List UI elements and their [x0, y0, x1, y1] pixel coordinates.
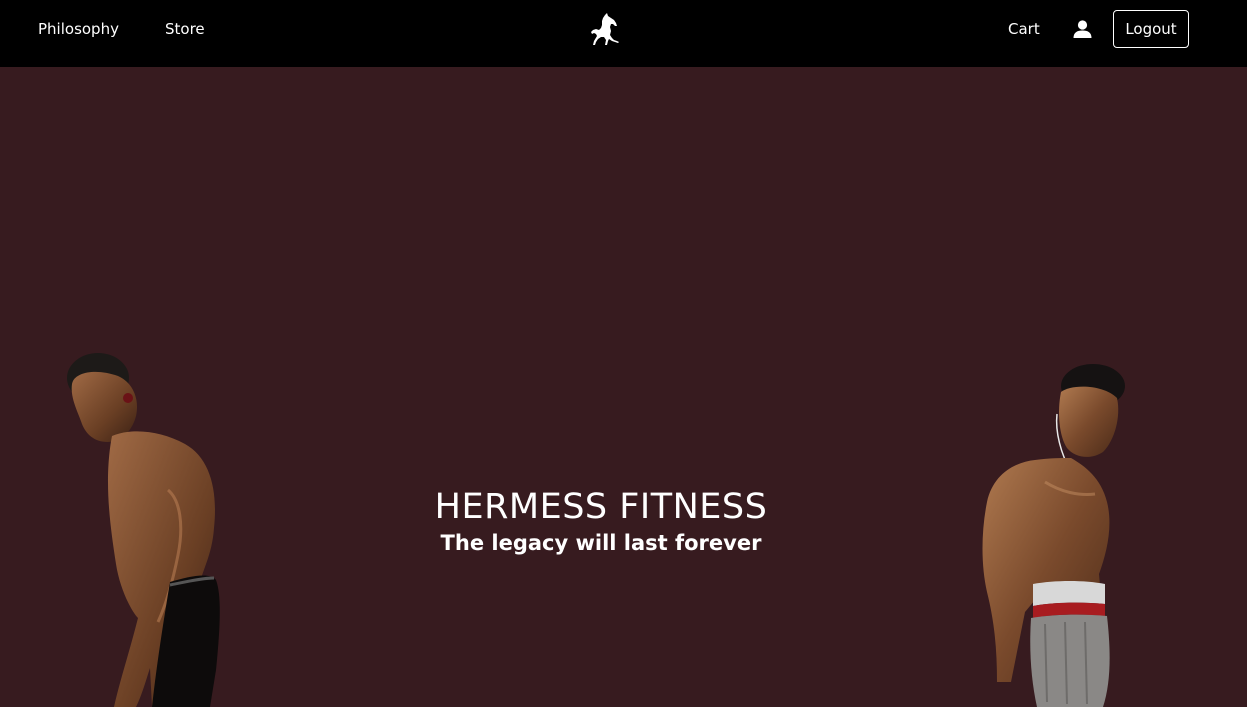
user-icon[interactable]	[1073, 20, 1092, 38]
hero-section: HERMESS FITNESS The legacy will last for…	[0, 67, 1247, 707]
nav-link-philosophy[interactable]: Philosophy	[38, 19, 119, 39]
rearing-horse-icon[interactable]	[590, 12, 622, 46]
nav-link-cart[interactable]: Cart	[1008, 19, 1040, 39]
hero-title: HERMESS FITNESS	[434, 487, 768, 527]
navbar: Philosophy Store Cart Logout	[0, 0, 1247, 67]
hero-subtitle: The legacy will last forever	[440, 531, 762, 555]
logout-button[interactable]: Logout	[1113, 10, 1189, 48]
nav-link-store[interactable]: Store	[165, 19, 205, 39]
